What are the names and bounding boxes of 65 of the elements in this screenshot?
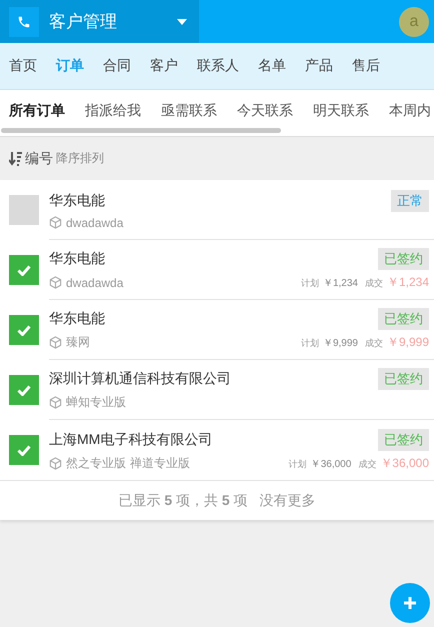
customer-name: 深圳计算机通信科技有限公司 bbox=[49, 370, 231, 388]
checkbox[interactable] bbox=[9, 315, 39, 345]
checkbox[interactable] bbox=[9, 435, 39, 465]
deal-amount: ￥1,234 bbox=[386, 274, 429, 291]
plan-label: 计划 bbox=[288, 458, 307, 470]
sort-icon bbox=[9, 152, 22, 166]
deal-label: 成交 bbox=[358, 458, 376, 470]
deal-label: 成交 bbox=[364, 277, 383, 290]
product-name: dwadawda bbox=[66, 216, 124, 230]
product-name: 蝉知专业版 bbox=[66, 394, 126, 411]
list-summary: 已显示 5 项，共 5 项 bbox=[118, 492, 248, 510]
cube-icon bbox=[49, 336, 62, 349]
nav-tab[interactable]: 首页 bbox=[9, 57, 37, 75]
checkbox[interactable] bbox=[9, 255, 39, 285]
caret-icon bbox=[177, 18, 187, 24]
check-icon bbox=[17, 264, 31, 276]
customer-name: 华东电能 bbox=[49, 310, 105, 328]
customer-name: 华东电能 bbox=[49, 250, 105, 268]
nav-tab[interactable]: 名单 bbox=[258, 57, 286, 75]
nav-tab[interactable]: 售后 bbox=[352, 57, 380, 75]
product-name: dwadawda bbox=[66, 276, 124, 290]
customer-name: 华东电能 bbox=[49, 192, 105, 210]
phone-icon bbox=[17, 14, 31, 28]
check-icon bbox=[17, 444, 31, 456]
sort-field[interactable]: 编号 bbox=[25, 150, 53, 168]
plan-amount: ￥36,000 bbox=[310, 458, 352, 470]
app-title: 客户管理 bbox=[49, 11, 118, 33]
cube-icon bbox=[49, 276, 62, 289]
plus-icon bbox=[404, 597, 416, 609]
filter-tab[interactable]: 亟需联系 bbox=[161, 102, 217, 120]
filter-tab[interactable]: 今天联系 bbox=[237, 102, 293, 120]
filter-tab[interactable]: 本周内 bbox=[389, 102, 431, 120]
filter-tab[interactable]: 所有订单 bbox=[9, 102, 65, 120]
status-tag: 已签约 bbox=[378, 248, 429, 270]
nav-tab[interactable]: 产品 bbox=[305, 57, 333, 75]
status-tag: 已签约 bbox=[378, 428, 429, 450]
cube-icon bbox=[49, 456, 62, 470]
check-icon bbox=[17, 324, 31, 336]
cube-icon bbox=[49, 216, 62, 229]
add-button[interactable] bbox=[390, 583, 430, 623]
checkbox[interactable] bbox=[9, 375, 39, 405]
nav-tab[interactable]: 客户 bbox=[150, 57, 178, 75]
deal-amount: ￥36,000 bbox=[380, 454, 429, 472]
product-name: 禅道专业版 bbox=[130, 454, 190, 472]
customer-name: 上海MM电子科技有限公司 bbox=[49, 430, 212, 448]
check-icon bbox=[17, 384, 31, 396]
deal-amount: ￥9,999 bbox=[386, 334, 429, 351]
nav-tab[interactable]: 联系人 bbox=[197, 57, 239, 75]
deal-label: 成交 bbox=[364, 337, 383, 350]
status-tag: 已签约 bbox=[378, 368, 429, 390]
product-name: 然之专业版 bbox=[66, 454, 126, 472]
status-tag: 正常 bbox=[391, 190, 429, 212]
plan-amount: ￥1,234 bbox=[322, 277, 358, 290]
plan-label: 计划 bbox=[300, 337, 319, 350]
product-name: 臻网 bbox=[66, 334, 90, 351]
nav-tab[interactable]: 合同 bbox=[103, 57, 131, 75]
filter-tab[interactable]: 指派给我 bbox=[85, 102, 141, 120]
checkbox[interactable] bbox=[9, 195, 39, 225]
plan-label: 计划 bbox=[300, 277, 319, 290]
cube-icon bbox=[49, 396, 62, 409]
plan-amount: ￥9,999 bbox=[322, 337, 358, 350]
filter-tab[interactable]: 明天联系 bbox=[313, 102, 369, 120]
phone-button[interactable] bbox=[9, 6, 39, 36]
no-more-text: 没有更多 bbox=[260, 492, 316, 510]
status-tag: 已签约 bbox=[378, 308, 429, 330]
